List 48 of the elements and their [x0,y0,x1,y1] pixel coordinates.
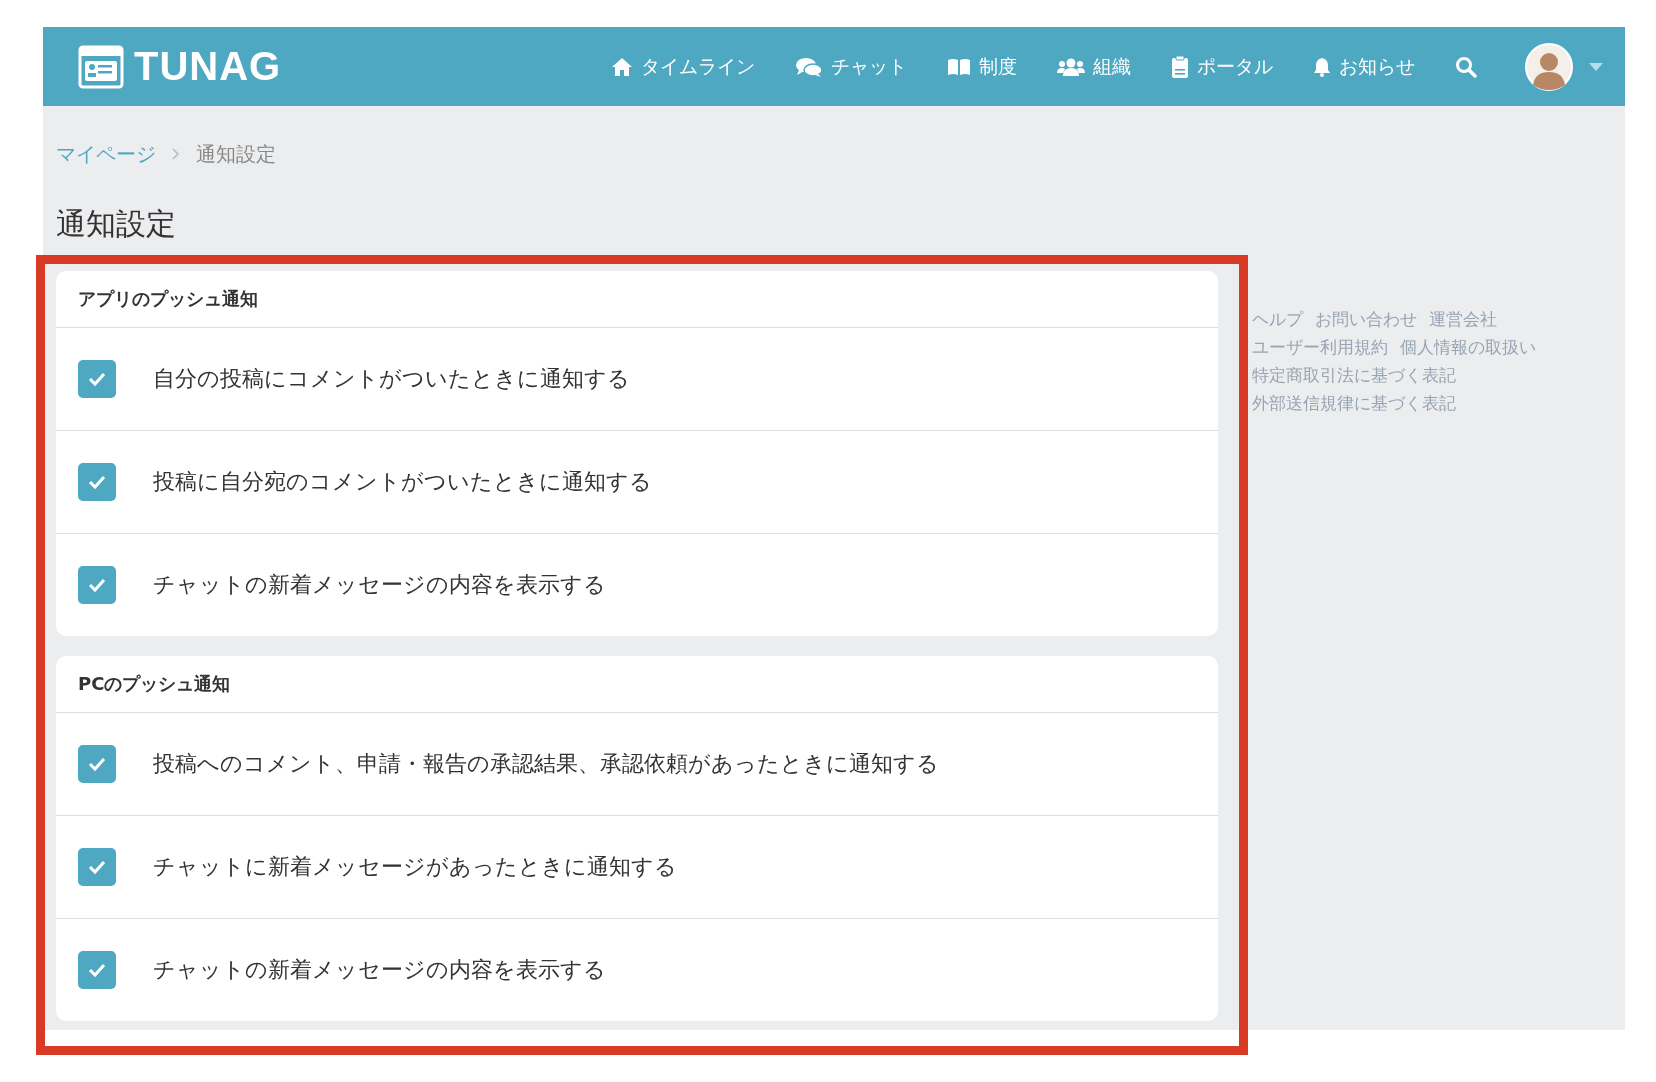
footer-link[interactable]: ユーザー利用規約 [1252,333,1388,361]
option-label: チャットの新着メッセージの内容を表示する [153,956,606,984]
chat-bubbles-icon [795,55,823,78]
check-icon [87,371,107,387]
nav-link[interactable]: 制度 [947,53,1017,80]
check-icon [87,859,107,875]
caret-icon[interactable] [1589,62,1603,71]
bell-icon [1313,56,1331,77]
search-icon[interactable] [1455,55,1477,78]
section-title: PCのプッシュ通知 [56,656,1218,713]
footer-link[interactable]: 個人情報の取扱い [1400,333,1536,361]
checkbox[interactable] [78,360,116,398]
nav-link[interactable]: お知らせ [1313,53,1415,80]
section-title: アプリのプッシュ通知 [56,271,1218,328]
checkbox[interactable] [78,848,116,886]
checkbox[interactable] [78,463,116,501]
option-label: チャットに新着メッセージがあったときに通知する [153,853,677,881]
option-label: 投稿へのコメント、申請・報告の承認結果、承認依頼があったときに通知する [153,750,939,778]
option-label: チャットの新着メッセージの内容を表示する [153,571,606,599]
footer-link[interactable]: お問い合わせ [1315,305,1417,333]
id-card-icon [78,44,124,89]
nav-link[interactable]: 組織 [1057,53,1131,80]
check-icon [87,962,107,978]
nav-link[interactable]: ポータル [1171,53,1273,80]
footer-link[interactable]: 特定商取引法に基づく表記 [1252,361,1456,389]
check-icon [87,474,107,490]
book-icon [947,57,971,76]
breadcrumb-link[interactable]: マイページ [56,140,156,168]
option-label: 自分の投稿にコメントがついたときに通知する [153,365,630,393]
footer-link[interactable]: 運営会社 [1429,305,1497,333]
page-title: 通知設定 [56,205,177,243]
breadcrumb-current: 通知設定 [196,140,276,168]
checkbox[interactable] [78,951,116,989]
nav-link[interactable]: タイムライン [611,53,755,80]
chevron-right-icon [172,148,180,160]
nav-link[interactable]: チャット [795,53,907,80]
home-icon [611,56,633,77]
avatar-icon[interactable] [1525,42,1573,91]
footer-link[interactable]: 外部送信規律に基づく表記 [1252,389,1456,417]
footer-link[interactable]: ヘルプ [1252,305,1303,333]
checkbox[interactable] [78,745,116,783]
check-icon [87,756,107,772]
option-label: 投稿に自分宛のコメントがついたときに通知する [153,468,652,496]
check-icon [87,577,107,593]
clipboard-icon [1171,54,1189,79]
logo-text[interactable]: TUNAG [134,44,282,89]
checkbox[interactable] [78,566,116,604]
people-icon [1057,56,1085,77]
